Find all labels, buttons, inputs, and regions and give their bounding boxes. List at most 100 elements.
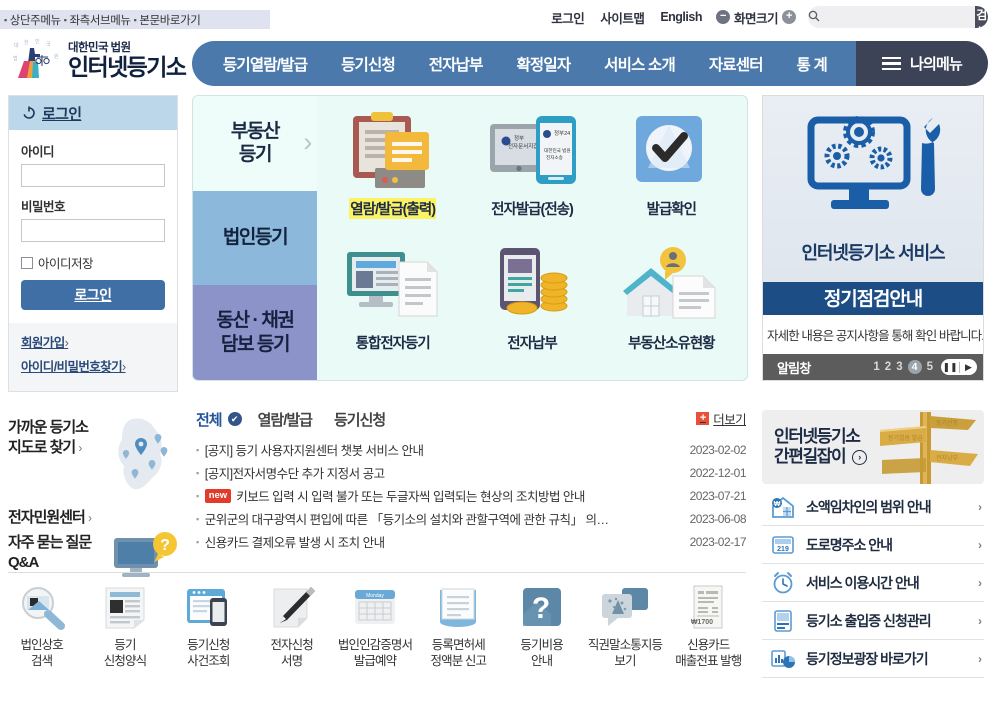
board-tab-view-issue[interactable]: 열람/발급 [258, 409, 313, 430]
nav-item-registry-application[interactable]: 등기신청 [341, 53, 396, 75]
my-menu-label: 나의메뉴 [909, 56, 963, 73]
board-tab-all[interactable]: 전체 [196, 409, 223, 430]
notice-row[interactable]: ▪ 군위군의 대구광역시 편입에 따른 「등기소의 설치와 관할구역에 관한 규… [196, 507, 747, 530]
hero-cell-view-issue[interactable]: 열람/발급(출력) [323, 102, 462, 236]
notice-row[interactable]: ▪ new 키보드 입력 시 입력 불가 또는 두글자씩 입력되는 현상의 조치… [196, 484, 747, 507]
quick-link-case-inquiry[interactable]: 등기신청 사건조회 [167, 583, 250, 670]
guide-banner-line1: 인터넷등기소 [774, 426, 861, 446]
nav-item-electronic-payment[interactable]: 전자납부 [429, 53, 484, 75]
banner-page-4-active[interactable]: 4 [907, 360, 922, 374]
notice-title[interactable]: [공지] 등기 사용자지원센터 챗봇 서비스 안내 [205, 440, 680, 459]
banner-page-5[interactable]: 5 [927, 361, 933, 373]
find-office-link[interactable]: 가까운 등기소 지도로 찾기 › [8, 414, 178, 498]
notice-title[interactable]: [공지]전자서명수단 추가 지정서 공고 [205, 463, 680, 482]
hero-category-tabs: 부동산 등기 › 법인등기 동산 · 채권 담보 등기 [193, 96, 317, 380]
hero-cell-issue-confirm[interactable]: 발급확인 [602, 102, 741, 236]
id-field-label: 아이디 [21, 145, 55, 159]
more-label: 더보기 [713, 413, 746, 427]
screen-size-control: − 화면크기 + [710, 8, 802, 27]
notice-row[interactable]: ▪ [공지] 등기 사용자지원센터 챗봇 서비스 안내 2023-02-02 [196, 438, 747, 461]
quick-link-application-form[interactable]: 등기 신청양식 [83, 583, 166, 670]
check-badge-icon [628, 108, 714, 192]
guide-item-service-hours[interactable]: 서비스 이용시간 안내 › [762, 564, 984, 602]
login-link[interactable]: 로그인 [543, 8, 592, 27]
guide-item-road-address[interactable]: 219 도로명주소 안내 › [762, 526, 984, 564]
notice-row[interactable]: ▪ 신용카드 결제오류 발생 시 조치 안내 2023-02-17 [196, 530, 747, 553]
password-input[interactable] [21, 219, 165, 242]
receipt-icon: ₩1700 [683, 583, 733, 631]
id-input[interactable] [21, 164, 165, 187]
my-menu-button[interactable]: 나의메뉴 [856, 41, 988, 86]
notice-row[interactable]: ▪ [공지]전자서명수단 추가 지정서 공고 2022-12-01 [196, 461, 747, 484]
skip-link-content[interactable]: 본문바로가기 [139, 12, 200, 28]
site-logo[interactable]: 대 한 민 국 법 원 대한민국 법원 인터넷등기소 [10, 38, 187, 84]
notice-title[interactable]: 군위군의 대구광역시 편입에 따른 「등기소의 설치와 관할구역에 관한 규칙」… [205, 509, 680, 528]
logo-small-text: 대한민국 법원 [68, 42, 131, 55]
nav-item-data-center[interactable]: 자료센터 [709, 53, 764, 75]
svg-text:₩1700: ₩1700 [691, 619, 713, 626]
banner-page-3[interactable]: 3 [896, 361, 902, 373]
nav-item-fixed-date[interactable]: 확정일자 [516, 53, 571, 75]
pause-icon[interactable]: ❚❚ [941, 362, 959, 373]
find-id-password-link[interactable]: 아이디/비밀번호찾기› [21, 356, 165, 375]
nav-item-service-intro[interactable]: 서비스 소개 [604, 53, 676, 75]
guide-item-label: 등기소 출입증 신청관리 [806, 612, 932, 629]
english-link[interactable]: English [652, 10, 710, 24]
nav-item-registry-view-issue[interactable]: 등기열람/발급 [223, 53, 308, 75]
quick-link-seal-certificate-reservation[interactable]: Monday 법인인감증명서 발급예약 [333, 583, 416, 670]
skip-link-top-menu[interactable]: 상단주메뉴 [10, 12, 61, 28]
save-id-checkbox[interactable] [21, 256, 33, 269]
notice-title[interactable]: 키보드 입력 시 입력 불가 또는 두글자씩 입력되는 현상의 조치방법 안내 [236, 486, 679, 505]
quick-link-credit-card-receipt[interactable]: ₩1700 신용카드 매출전표 발행 [667, 583, 750, 670]
login-panel-header: 로그인 [9, 96, 177, 130]
e-civil-center-link[interactable]: 전자민원센터 › [8, 506, 178, 527]
signup-link[interactable]: 회원가입› [21, 332, 165, 351]
login-submit-button[interactable]: 로그인 [21, 280, 165, 310]
screen-size-label: 화면크기 [733, 11, 779, 26]
hero-tab-real-estate[interactable]: 부동산 등기 › [193, 96, 317, 191]
chart-pie-icon [770, 646, 796, 672]
guide-item-small-tenant-range[interactable]: ₩ 소액임차인의 범위 안내 › [762, 488, 984, 526]
guide-banner[interactable]: 인터넷등기소 간편길잡이 › 등기열람 발급 등기신청 전자납부 [762, 410, 984, 484]
hero-tab-corporate[interactable]: 법인등기 [193, 190, 317, 286]
guide-item-label: 도로명주소 안내 [806, 536, 893, 553]
search-input[interactable] [820, 7, 975, 27]
zoom-in-icon[interactable]: + [782, 10, 796, 24]
house-won-icon: ₩ [770, 494, 796, 520]
address-plate-icon: 219 [770, 532, 796, 558]
court-emblem-icon: 대 한 민 국 법 원 [10, 38, 62, 84]
guide-item-registry-pass[interactable]: 등기소 출입증 신청관리 › [762, 602, 984, 640]
hero-cell-integrated-registry[interactable]: 통합전자등기 [323, 236, 462, 370]
chevron-right-icon: › [978, 651, 982, 666]
next-icon[interactable]: ▶ [959, 361, 977, 373]
book-icon [433, 583, 483, 631]
top-utility-bar: ▪ 상단주메뉴 ▪ 좌측서브메뉴 ▪ 본문바로가기 로그인 사이트맵 Engli… [0, 0, 988, 34]
notice-list: ▪ [공지] 등기 사용자지원센터 챗봇 서비스 안내 2023-02-02 ▪… [196, 438, 747, 553]
svg-text:전자문서지갑: 전자문서지갑 [508, 142, 538, 150]
house-document-icon [621, 242, 721, 326]
hero-cell-electronic-issue[interactable]: 정부 전자문서지갑 정부24 대한민국 법원 전자소송 전자발급(전송) [462, 102, 601, 236]
quick-link-ex-officio-cancellation-notice[interactable]: 직권말소통지등 보기 [583, 583, 666, 670]
guide-item-registry-info-plaza[interactable]: 등기정보광장 바로가기 › [762, 640, 984, 678]
more-link[interactable]: + 더보기 [696, 409, 747, 428]
faq-line2: Q&A [8, 553, 39, 571]
banner-page-1[interactable]: 1 [873, 361, 879, 373]
save-id-row[interactable]: 아이디저장 [21, 253, 165, 272]
zoom-out-icon[interactable]: − [715, 10, 730, 24]
quick-link-electronic-signature[interactable]: 전자신청 서명 [250, 583, 333, 670]
banner-illustration[interactable]: 인터넷등기소 서비스 [763, 96, 983, 282]
magnifier-search-icon [17, 583, 67, 631]
skip-link-left-submenu[interactable]: 좌측서브메뉴 [70, 12, 131, 28]
quick-link-registration-cost-guide[interactable]: ? 등기비용 안내 [500, 583, 583, 670]
quick-link-corporate-name-search[interactable]: 법인상호 검색 [0, 583, 83, 670]
quick-link-license-tax-report[interactable]: 등록면허세 정액분 신고 [417, 583, 500, 670]
banner-page-2[interactable]: 2 [885, 361, 891, 373]
nav-item-statistics[interactable]: 통 계 [797, 53, 828, 75]
hero-cell-property-ownership[interactable]: 부동산소유현황 [602, 236, 741, 370]
board-tab-registry-application[interactable]: 등기신청 [334, 409, 386, 430]
hero-tab-movable-credit[interactable]: 동산 · 채권 담보 등기 [193, 285, 317, 380]
sitemap-link[interactable]: 사이트맵 [592, 8, 652, 27]
notice-title[interactable]: 신용카드 결제오류 발생 시 조치 안내 [205, 532, 680, 551]
search-button[interactable]: 검색 [975, 6, 988, 28]
hero-cell-electronic-payment[interactable]: 전자납부 [462, 236, 601, 370]
